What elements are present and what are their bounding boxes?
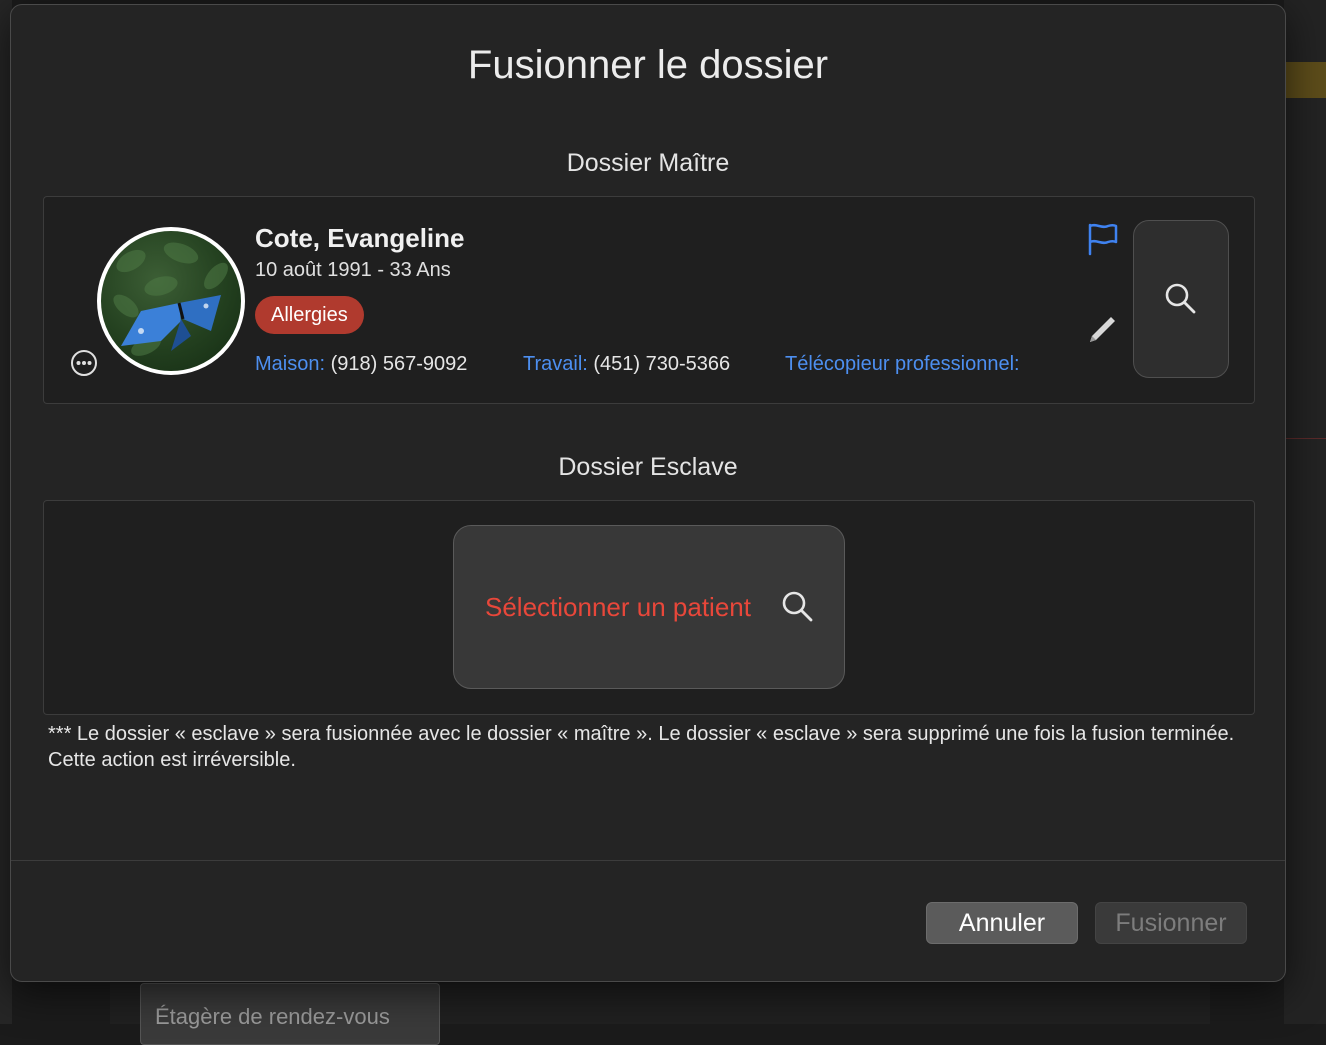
fax-phone: Télécopieur professionnel:: [785, 353, 1020, 376]
background-divider: [1284, 438, 1326, 439]
footer-divider: [11, 860, 1285, 861]
home-phone: Maison: (918) 567-9092: [255, 353, 467, 376]
home-phone-value: (918) 567-9092: [330, 353, 468, 375]
work-phone-label: Travail:: [523, 353, 588, 375]
patient-dob-age: 10 août 1991 - 33 Ans: [255, 259, 451, 281]
search-icon: [1165, 283, 1196, 314]
master-search-button[interactable]: [1133, 220, 1229, 378]
select-patient-button[interactable]: Sélectionner un patient: [453, 525, 845, 689]
search-icon: [782, 591, 813, 622]
work-phone-value: (451) 730-5366: [593, 353, 731, 375]
cancel-button[interactable]: Annuler: [926, 902, 1078, 944]
select-patient-label: Sélectionner un patient: [485, 592, 751, 622]
background-app-right: [1284, 0, 1326, 1024]
dialog-title: Fusionner le dossier: [467, 43, 829, 87]
flag-icon[interactable]: [1086, 222, 1120, 256]
background-tab-label: Étagère de rendez-vous: [155, 1004, 390, 1029]
more-options-icon[interactable]: [70, 349, 98, 377]
background-tab-appointment-shelf: Étagère de rendez-vous: [140, 983, 440, 1045]
patient-avatar: [97, 227, 245, 375]
background-highlight-strip: [1284, 62, 1326, 98]
merge-record-dialog: Fusionner le dossier Dossier Maître Cote…: [10, 4, 1286, 982]
merge-warning-note: *** Le dossier « esclave » sera fusionné…: [48, 723, 1235, 771]
patient-name: Cote, Evangeline: [255, 223, 465, 253]
allergies-badge[interactable]: Allergies: [255, 296, 364, 334]
home-phone-label: Maison:: [255, 353, 326, 375]
master-record-panel: Cote, Evangeline 10 août 1991 - 33 Ans A…: [43, 196, 1255, 404]
master-section-title: Dossier Maître: [566, 149, 730, 177]
work-phone: Travail: (451) 730-5366: [523, 353, 730, 376]
slave-record-panel: Sélectionner un patient: [43, 500, 1255, 715]
fax-label: Télécopieur professionnel:: [785, 353, 1020, 375]
butterfly-photo: [113, 242, 228, 356]
edit-pencil-icon[interactable]: [1084, 312, 1120, 348]
slave-section-title: Dossier Esclave: [558, 453, 738, 481]
merge-button[interactable]: Fusionner: [1095, 902, 1247, 944]
